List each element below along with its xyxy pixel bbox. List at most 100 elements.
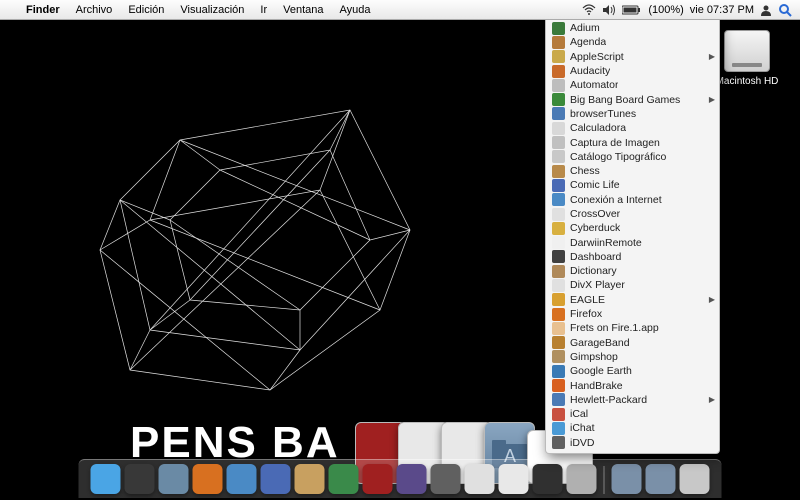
app-item-firefox[interactable]: Firefox	[546, 307, 719, 321]
app-item-cat-logo-tipogr-fico[interactable]: Catálogo Tipográfico	[546, 150, 719, 164]
app-label: Cyberduck	[570, 222, 620, 234]
menubar: Finder Archivo Edición Visualización Ir …	[0, 0, 800, 20]
volume-icon[interactable]	[602, 4, 616, 16]
menu-archivo[interactable]: Archivo	[68, 4, 121, 16]
dock-firefox[interactable]	[193, 464, 223, 494]
app-item-browsertunes[interactable]: browserTunes	[546, 107, 719, 121]
app-item-hewlett-packard[interactable]: Hewlett-Packard▶	[546, 393, 719, 407]
battery-icon[interactable]	[622, 5, 642, 15]
wifi-icon[interactable]	[582, 4, 596, 16]
app-item-darwiinremote[interactable]: DarwiinRemote	[546, 235, 719, 249]
dock-google-earth[interactable]	[159, 464, 189, 494]
app-icon	[552, 79, 565, 92]
app-item-garageband[interactable]: GarageBand	[546, 336, 719, 350]
dock-downloads-stack[interactable]	[646, 464, 676, 494]
menu-ir[interactable]: Ir	[252, 4, 275, 16]
app-item-big-bang-board-games[interactable]: Big Bang Board Games▶	[546, 92, 719, 106]
app-item-automator[interactable]: Automator	[546, 78, 719, 92]
app-label: DivX Player	[570, 279, 625, 291]
app-label: Chess	[570, 165, 600, 177]
app-item-divx-player[interactable]: DivX Player	[546, 278, 719, 292]
spotlight-icon[interactable]	[778, 3, 792, 17]
app-item-applescript[interactable]: AppleScript▶	[546, 50, 719, 64]
app-item-dictionary[interactable]: Dictionary	[546, 264, 719, 278]
dock-terminal[interactable]	[533, 464, 563, 494]
submenu-arrow-icon: ▶	[709, 395, 715, 404]
hd-label: Macintosh HD	[712, 76, 782, 87]
app-label: Dictionary	[570, 265, 617, 277]
dock-applications-stack[interactable]	[612, 464, 642, 494]
menu-visualizacion[interactable]: Visualización	[172, 4, 252, 16]
dock-mail[interactable]	[295, 464, 325, 494]
app-icon	[552, 165, 565, 178]
app-item-google-earth[interactable]: Google Earth	[546, 364, 719, 378]
app-icon	[552, 250, 565, 263]
app-item-handbrake[interactable]: HandBrake	[546, 378, 719, 392]
dock-system-prefs[interactable]	[567, 464, 597, 494]
app-item-idvd[interactable]: iDVD	[546, 436, 719, 450]
dock-safari[interactable]	[227, 464, 257, 494]
app-label: HandBrake	[570, 380, 623, 392]
menu-ayuda[interactable]: Ayuda	[332, 4, 379, 16]
app-icon	[552, 222, 565, 235]
app-icon	[552, 208, 565, 221]
app-item-eagle[interactable]: EAGLE ▶	[546, 293, 719, 307]
app-label: Audacity	[570, 65, 610, 77]
app-label: Dashboard	[570, 251, 621, 263]
menu-ventana[interactable]: Ventana	[275, 4, 331, 16]
app-item-frets-on-fire-1-app[interactable]: Frets on Fire.1.app	[546, 321, 719, 335]
app-label: EAGLE	[570, 294, 605, 306]
battery-text: (100%)	[648, 4, 683, 16]
user-icon[interactable]	[760, 4, 772, 16]
app-icon	[552, 279, 565, 292]
app-item-cyberduck[interactable]: Cyberduck	[546, 221, 719, 235]
app-label: Firefox	[570, 308, 602, 320]
menu-edicion[interactable]: Edición	[120, 4, 172, 16]
app-menu[interactable]: Finder	[18, 4, 68, 16]
app-item-captura-de-imagen[interactable]: Captura de Imagen	[546, 135, 719, 149]
app-item-comic-life[interactable]: Comic Life	[546, 178, 719, 192]
app-item-chess[interactable]: Chess	[546, 164, 719, 178]
app-label: Agenda	[570, 36, 606, 48]
app-item-gimpshop[interactable]: Gimpshop	[546, 350, 719, 364]
dock-comic-life[interactable]	[261, 464, 291, 494]
dock-finder[interactable]	[91, 464, 121, 494]
desktop-hd[interactable]: Macintosh HD	[712, 30, 782, 87]
dock-trash[interactable]	[680, 464, 710, 494]
app-icon	[552, 350, 565, 363]
app-icon	[552, 50, 565, 63]
app-item-ical[interactable]: iCal	[546, 407, 719, 421]
dock-itunes[interactable]	[329, 464, 359, 494]
dock-separator	[604, 466, 605, 494]
app-label: Catálogo Tipográfico	[570, 151, 666, 163]
submenu-arrow-icon: ▶	[709, 295, 715, 304]
app-label: Calculadora	[570, 122, 626, 134]
app-item-dashboard[interactable]: Dashboard	[546, 250, 719, 264]
app-item-calculadora[interactable]: Calculadora	[546, 121, 719, 135]
dock-photo-booth[interactable]	[363, 464, 393, 494]
app-label: Big Bang Board Games	[570, 94, 680, 106]
app-icon	[552, 379, 565, 392]
app-item-adium[interactable]: Adium	[546, 21, 719, 35]
app-icon	[552, 365, 565, 378]
app-label: iChat	[570, 422, 595, 434]
dock-ical[interactable]	[465, 464, 495, 494]
app-item-conexi-n-a-internet[interactable]: Conexión a Internet	[546, 193, 719, 207]
app-label: Frets on Fire.1.app	[570, 322, 659, 334]
app-label: CrossOver	[570, 208, 620, 220]
hard-drive-icon	[724, 30, 770, 72]
app-item-agenda[interactable]: Agenda	[546, 35, 719, 49]
app-item-audacity[interactable]: Audacity	[546, 64, 719, 78]
dock-idvd[interactable]	[431, 464, 461, 494]
app-item-ichat[interactable]: iChat	[546, 421, 719, 435]
app-icon	[552, 436, 565, 449]
dock-textedit[interactable]	[499, 464, 529, 494]
app-icon	[552, 236, 565, 249]
dock-dashboard[interactable]	[125, 464, 155, 494]
clock[interactable]: vie 07:37 PM	[690, 4, 754, 16]
app-label: GarageBand	[570, 337, 630, 349]
app-icon	[552, 179, 565, 192]
dock-imovie[interactable]	[397, 464, 427, 494]
app-icon	[552, 22, 565, 35]
app-item-crossover[interactable]: CrossOver	[546, 207, 719, 221]
